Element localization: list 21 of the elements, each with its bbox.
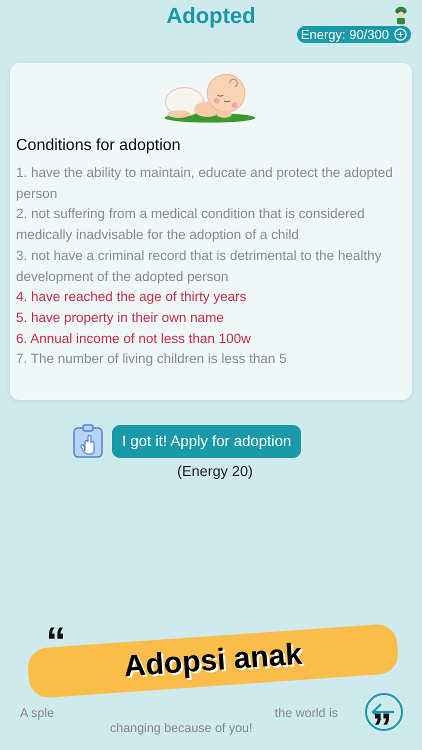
condition-text: 5. have property in their own name: [16, 308, 225, 327]
condition-text: 3. not have a criminal record that is detrimental to the healthy development of the adopted person: [16, 246, 382, 286]
soldier-avatar-icon[interactable]: [393, 6, 409, 25]
condition-text: 1. have the ability to maintain, educate and protect the adopted person: [16, 164, 394, 203]
close-quote-mark: ”: [372, 708, 392, 748]
open-quote-mark: “: [46, 622, 66, 662]
condition-text: 2. not suffering from a medical condition that is considered medically inadvisable for the adoption of a child: [16, 205, 366, 244]
condition-text: 4. have reached the age of thirty years: [16, 288, 248, 306]
clipboard-hand-icon[interactable]: [73, 424, 103, 458]
conditions-heading: Conditions for adoption: [16, 137, 182, 155]
add-icon[interactable]: [394, 28, 407, 41]
apply-button[interactable]: I got it! Apply for adoption: [112, 424, 302, 458]
page-title: Adopted: [166, 2, 256, 29]
quote-text: A sple: [20, 706, 54, 720]
quote-text: changing because of you!: [110, 721, 252, 735]
condition-text: 6. Annual income of not less than 100w: [16, 330, 252, 348]
quote-text: the world is: [274, 706, 338, 720]
banner-title: Adopsi anak: [122, 638, 304, 684]
energy-cost: (Energy 20): [176, 464, 254, 480]
energy-label: Energy: 90/300: [300, 27, 389, 42]
condition-text: 7. The number of living children is less than 5: [16, 350, 288, 368]
